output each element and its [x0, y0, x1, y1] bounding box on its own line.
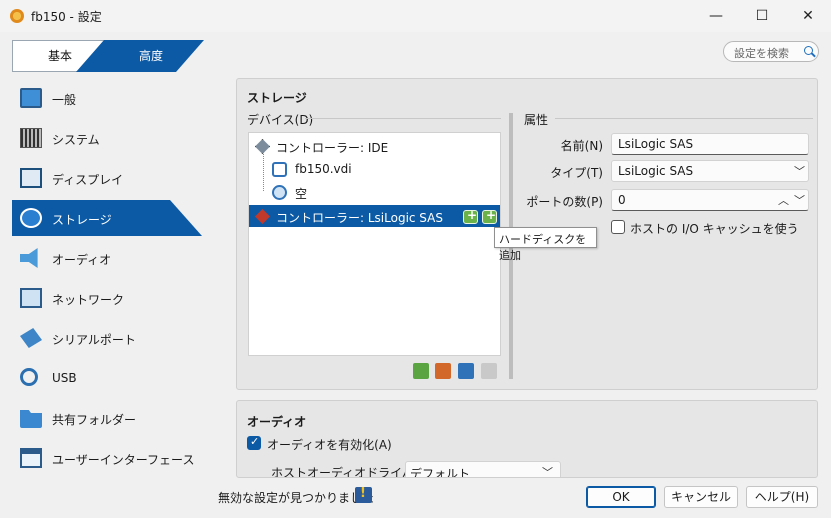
storage-disk-icon: [20, 208, 42, 228]
tooltip: ハードディスクを追加: [494, 227, 597, 262]
chevron-down-icon: ﹀: [542, 466, 553, 478]
attributes-label: 属性: [524, 113, 549, 127]
monitor-icon: [20, 88, 42, 108]
divider: [305, 118, 501, 119]
optical-disk-icon: [272, 185, 287, 200]
sidebar-item-general[interactable]: 一般: [12, 80, 202, 116]
host-audio-driver-select[interactable]: デフォルト ﹀: [405, 461, 561, 478]
remove-attachment-icon[interactable]: [481, 363, 497, 379]
sidebar-item-label: 一般: [52, 93, 77, 107]
chip-icon: [20, 128, 42, 148]
user-interface-icon: [20, 448, 42, 468]
search-input[interactable]: 設定を検索: [734, 45, 789, 61]
sidebar-item-label: シリアルポート: [52, 333, 136, 347]
add-optical-drive-icon[interactable]: [463, 208, 478, 224]
port-count-spinbox[interactable]: 0 ︿ ﹀: [611, 189, 809, 211]
close-button[interactable]: ✕: [785, 0, 831, 32]
chevron-down-icon: ﹀: [794, 165, 805, 178]
enable-audio-label: オーディオを有効化(A): [267, 438, 392, 452]
name-field[interactable]: LsiLogic SAS: [611, 133, 809, 155]
port-count-value: 0: [618, 193, 626, 207]
sidebar-item-storage[interactable]: ストレージ: [12, 200, 202, 236]
sidebar-item-display[interactable]: ディスプレイ: [12, 160, 202, 196]
tab-advanced[interactable]: 高度: [108, 40, 194, 72]
tree-item-controller-sas[interactable]: コントローラー: LsiLogic SAS: [249, 205, 500, 227]
sidebar-item-shared-folders[interactable]: 共有フォルダー: [12, 400, 202, 436]
sidebar-item-network[interactable]: ネットワーク: [12, 280, 202, 316]
sidebar-item-audio[interactable]: オーディオ: [12, 240, 202, 276]
sidebar-item-label: オーディオ: [52, 253, 112, 267]
name-label: 名前(N): [560, 139, 603, 153]
type-label: タイプ(T): [550, 166, 603, 180]
sidebar-item-serial-port[interactable]: シリアルポート: [12, 320, 202, 356]
title-bar: fb150 - 設定 — ☐ ✕: [0, 0, 831, 32]
host-io-cache-checkbox[interactable]: [611, 220, 625, 234]
settings-sidebar: 一般 システム ディスプレイ ストレージ オーディオ ネットワーク シリアルポー…: [12, 78, 212, 478]
warning-icon[interactable]: [355, 486, 372, 503]
sidebar-item-label: ストレージ: [52, 213, 112, 227]
network-icon: [20, 288, 42, 308]
folder-icon: [20, 410, 42, 428]
cancel-button[interactable]: キャンセル: [664, 486, 738, 508]
dialog-footer: 無効な設定が見つかりました OK キャンセル ヘルプ(H): [0, 480, 831, 518]
tree-item-label: コントローラー: IDE: [276, 141, 389, 155]
add-hard-disk-icon[interactable]: [482, 208, 497, 224]
devices-label: デバイス(D): [247, 113, 314, 127]
sidebar-item-label: ユーザーインターフェース: [52, 453, 195, 467]
tree-item-controller-ide[interactable]: コントローラー: IDE: [249, 135, 500, 157]
ok-button[interactable]: OK: [586, 486, 656, 508]
hard-disk-icon: [272, 162, 287, 177]
sidebar-item-label: 共有フォルダー: [52, 413, 137, 427]
enable-audio-checkbox[interactable]: [247, 435, 261, 450]
chevron-down-icon[interactable]: ﹀: [794, 192, 805, 208]
divider: [555, 118, 813, 119]
sidebar-item-label: USB: [52, 371, 77, 385]
serial-port-icon: [20, 328, 42, 348]
add-controller-icon[interactable]: [413, 363, 429, 379]
help-button[interactable]: ヘルプ(H): [746, 486, 818, 508]
remove-controller-icon[interactable]: [435, 363, 451, 379]
virtualbox-app-icon: [10, 9, 24, 23]
minimize-button[interactable]: —: [693, 0, 739, 32]
storage-device-tree[interactable]: コントローラー: IDE fb150.vdi 空 コントローラー: LsiLog…: [248, 132, 501, 356]
section-title: オーディオ: [247, 415, 307, 429]
type-value: LsiLogic SAS: [618, 164, 694, 178]
maximize-button[interactable]: ☐: [739, 0, 785, 32]
sidebar-item-label: ネットワーク: [52, 293, 125, 307]
search-icon[interactable]: [804, 46, 813, 55]
name-value: LsiLogic SAS: [618, 137, 694, 151]
tree-item-label: コントローラー: LsiLogic SAS: [276, 211, 443, 225]
host-audio-driver-value: デフォルト: [410, 467, 471, 478]
sidebar-item-usb[interactable]: USB: [12, 360, 202, 396]
audio-section: オーディオ オーディオを有効化(A) ホストオーディオドライバー(D) デフォル…: [236, 400, 818, 478]
tree-item-optical-disk[interactable]: 空: [249, 181, 500, 203]
add-attachment-icon[interactable]: [458, 363, 474, 379]
sidebar-item-system[interactable]: システム: [12, 120, 202, 156]
invalid-settings-warning: 無効な設定が見つかりました: [218, 491, 375, 505]
type-select[interactable]: LsiLogic SAS ﹀: [611, 160, 809, 182]
sas-controller-icon: [255, 209, 270, 224]
mode-tabs: 基本 高度: [12, 40, 204, 72]
sidebar-item-user-interface[interactable]: ユーザーインターフェース: [12, 440, 202, 476]
tooltip-text: ハードディスクを追加: [499, 233, 587, 262]
settings-search[interactable]: 設定を検索: [723, 41, 819, 62]
chevron-up-icon[interactable]: ︿: [778, 192, 789, 208]
ide-controller-icon: [255, 139, 270, 154]
section-title: ストレージ: [247, 91, 307, 105]
tree-item-label: fb150.vdi: [295, 162, 352, 176]
port-count-label: ポートの数(P): [526, 195, 603, 209]
speaker-icon: [20, 248, 38, 268]
window-title: fb150 - 設定: [31, 10, 102, 24]
host-io-cache-label: ホストの I/O キャッシュを使う: [630, 222, 799, 236]
sidebar-item-label: ディスプレイ: [52, 173, 124, 187]
sidebar-item-label: システム: [52, 133, 100, 147]
tree-item-label: 空: [295, 187, 308, 201]
usb-icon: [20, 368, 38, 386]
display-icon: [20, 168, 42, 188]
tree-item-hard-disk[interactable]: fb150.vdi: [249, 158, 500, 180]
